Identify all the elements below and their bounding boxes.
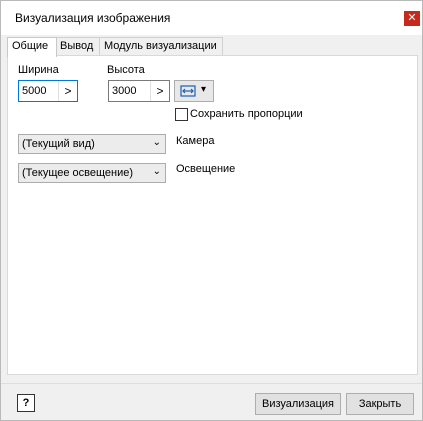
width-arrow-icon[interactable]: > (58, 81, 77, 101)
tab-output[interactable]: Вывод (55, 37, 101, 55)
close-icon[interactable]: ✕ (404, 11, 420, 26)
keep-proportions-checkbox[interactable] (175, 108, 188, 121)
chevron-down-icon: ⌄ (152, 137, 161, 148)
render-button[interactable]: Визуализация (255, 393, 341, 415)
help-icon[interactable]: ? (17, 394, 35, 412)
footer-divider (1, 383, 422, 384)
close-button[interactable]: Закрыть (346, 393, 414, 415)
tab-render-module[interactable]: Модуль визуализации (99, 37, 223, 55)
title-bar[interactable]: Визуализация изображения ✕ (1, 1, 422, 35)
render-image-dialog: Визуализация изображения ✕ Общие Вывод М… (0, 0, 423, 421)
dropdown-arrow-icon[interactable]: ▾ (201, 84, 206, 95)
height-arrow-icon[interactable]: > (150, 81, 169, 101)
lighting-value: (Текущее освещение) (22, 167, 134, 179)
tab-general[interactable]: Общие (7, 37, 57, 57)
chevron-down-icon: ⌄ (152, 166, 161, 177)
height-value: 3000 (112, 85, 137, 97)
dialog-title: Визуализация изображения (15, 11, 171, 25)
height-label: Высота (107, 64, 145, 76)
aspect-ratio-button[interactable]: ▾ (174, 80, 214, 102)
lighting-label: Освещение (176, 163, 236, 175)
camera-label: Камера (176, 135, 215, 147)
camera-select[interactable]: (Текущий вид) ⌄ (18, 134, 166, 154)
keep-proportions-label[interactable]: Сохранить пропорции (190, 108, 303, 120)
camera-value: (Текущий вид) (22, 138, 95, 150)
width-value: 5000 (22, 85, 47, 97)
lighting-select[interactable]: (Текущее освещение) ⌄ (18, 163, 166, 183)
width-input[interactable]: 5000 > (18, 80, 78, 102)
width-label: Ширина (18, 64, 59, 76)
width-height-link-icon (180, 85, 196, 97)
height-input[interactable]: 3000 > (108, 80, 170, 102)
